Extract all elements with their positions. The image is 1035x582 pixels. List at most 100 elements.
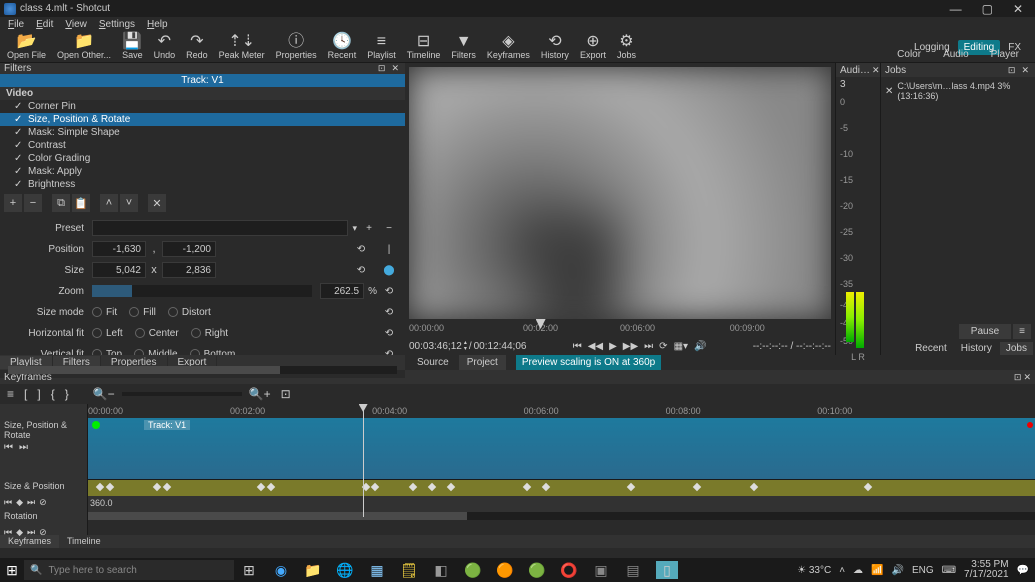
keyframe-marker[interactable] [693,483,701,491]
keyframe-marker[interactable] [522,483,530,491]
tray-lang[interactable]: ENG [912,565,934,576]
kf-zoom-in-button[interactable]: 🔍+ [246,387,274,401]
kf-rot-prev[interactable]: ⏮ [4,527,12,539]
tool-filters[interactable]: ▼Filters [446,32,481,62]
hfit-left[interactable]: Left [92,328,123,339]
tool-properties[interactable]: ⓘProperties [271,32,322,62]
system-clock[interactable]: 3:55 PM7/17/2021 [964,560,1009,580]
taskbar-search[interactable]: 🔍Type here to search [24,560,234,580]
tray-volume-icon[interactable]: 🔊 [891,565,903,576]
kf-param-next[interactable]: ⏭ [27,497,35,509]
tray-keyboard-icon[interactable]: ⌨ [942,565,956,576]
keyframe-marker[interactable] [371,483,379,491]
size-mode-fit[interactable]: Fit [92,307,117,318]
kf-undock[interactable]: ⊡ [1014,372,1022,383]
menu-view[interactable]: View [61,19,91,30]
pause-jobs-button[interactable]: Pause [959,324,1011,339]
tool-save[interactable]: 💾Save [117,32,148,62]
keyframe-marker[interactable] [106,483,114,491]
tool-open-file[interactable]: 📂Open File [2,32,51,62]
tool-export[interactable]: ⊕Export [575,32,611,62]
filter-props-scrollbar[interactable] [8,366,397,374]
jobs-close[interactable]: ✕ [1019,65,1031,76]
keyframe-marker[interactable] [447,483,455,491]
kf-rot-del[interactable]: ⊘ [39,527,47,539]
preset-select[interactable] [92,220,348,236]
current-timecode[interactable]: 00:03:46;12 [409,341,462,352]
kf-track-prev[interactable]: ⏮ [4,442,13,453]
volume-button[interactable]: 🔊 [692,341,708,352]
rewind-button[interactable]: ◀◀ [586,341,605,352]
taskbar-app-3[interactable]: ▦ [368,561,386,579]
maximize-button[interactable]: ▢ [982,2,993,16]
taskbar-app-7[interactable]: ▤ [624,561,642,579]
kf-rot-toggle[interactable]: ◆ [16,527,23,539]
preview-project-tab[interactable]: Project [459,355,506,370]
clip-end-handle[interactable] [1027,422,1033,428]
notifications-button[interactable]: 💬 [1017,565,1029,576]
loop-button[interactable]: ⟳ [657,341,669,352]
zoom-menu-button[interactable]: ▦▾ [672,341,690,352]
copy-filter-button[interactable]: ⧉ [52,194,70,212]
taskbar-app-1[interactable]: ◉ [272,561,290,579]
taskbar-chrome[interactable]: 🟢 [464,561,482,579]
minimize-button[interactable]: — [950,2,962,16]
position-y-input[interactable] [162,241,216,257]
kf-close[interactable]: ✕ [1023,372,1031,383]
jobs-menu-button[interactable]: ≡ [1013,324,1031,339]
hfit-reset-button[interactable]: ⟲ [381,325,397,341]
size-h-input[interactable] [162,262,216,278]
kf-prev-button[interactable]: { [48,387,58,401]
zoom-input[interactable] [320,283,364,299]
panel-close-button[interactable]: ✕ [389,63,401,74]
keyframe-marker[interactable] [153,483,161,491]
zoom-slider[interactable] [92,285,312,297]
size-mode-distort[interactable]: Distort [168,307,211,318]
timeline-scrollbar[interactable] [88,512,1035,520]
size-position-keyframe-track[interactable] [88,480,1035,496]
taskbar-opera[interactable]: ⭕ [560,561,578,579]
keyframe-marker[interactable] [163,483,171,491]
task-view-icon[interactable]: ⊞ [240,561,258,579]
size-reset-button[interactable]: ⟲ [353,262,369,278]
tool-peak-meter[interactable]: ⇡⇣Peak Meter [214,32,270,62]
taskbar-explorer[interactable]: 📁 [304,561,322,579]
keyframe-marker[interactable] [627,483,635,491]
panel-undock-button[interactable]: ⊡ [376,63,388,74]
layout-color[interactable]: Color [887,47,931,62]
cancel-job-icon[interactable]: ✕ [885,86,893,97]
tool-undo[interactable]: ↶Undo [149,32,181,62]
timeline-clip[interactable]: Track: V1 [88,418,1035,480]
forward-button[interactable]: ▶▶ [621,341,640,352]
tool-recent[interactable]: 🕓Recent [323,32,362,62]
preview-scaling-notice[interactable]: Preview scaling is ON at 360p [516,355,661,370]
right-tab-jobs[interactable]: Jobs [1000,342,1033,355]
right-tab-recent[interactable]: Recent [909,342,953,355]
keyframe-marker[interactable] [863,483,871,491]
play-button[interactable]: ▶ [607,341,619,352]
kf-set-start-button[interactable]: [ [21,387,30,401]
timeline-playhead[interactable] [363,404,364,517]
layout-audio[interactable]: Audio [933,47,979,62]
taskbar-app-5[interactable]: 🟠 [496,561,514,579]
tool-playlist[interactable]: ≡Playlist [362,32,401,62]
tool-jobs[interactable]: ⚙Jobs [612,32,641,62]
hfit-center[interactable]: Center [135,328,179,339]
tray-expand[interactable]: ˄ [839,565,845,576]
menu-help[interactable]: Help [143,19,172,30]
jobs-undock[interactable]: ⊡ [1006,65,1018,76]
preview-source-tab[interactable]: Source [409,355,457,370]
move-filter-up-button[interactable]: ˄ [100,194,118,212]
hfit-right[interactable]: Right [191,328,228,339]
taskbar-notes[interactable]: 🗒 [400,561,418,579]
kf-zoom-slider[interactable] [122,392,242,396]
kf-param-prev[interactable]: ⏮ [4,497,12,509]
taskbar-app-6[interactable]: ▣ [592,561,610,579]
filter-item-5[interactable]: ✓Mask: Apply [0,165,405,178]
size-w-input[interactable] [92,262,146,278]
tool-history[interactable]: ⟲History [536,32,574,62]
menu-edit[interactable]: Edit [32,19,57,30]
filter-item-4[interactable]: ✓Color Grading [0,152,405,165]
filter-item-6[interactable]: ✓Brightness [0,178,405,191]
paste-filter-button[interactable]: 📋 [72,194,90,212]
